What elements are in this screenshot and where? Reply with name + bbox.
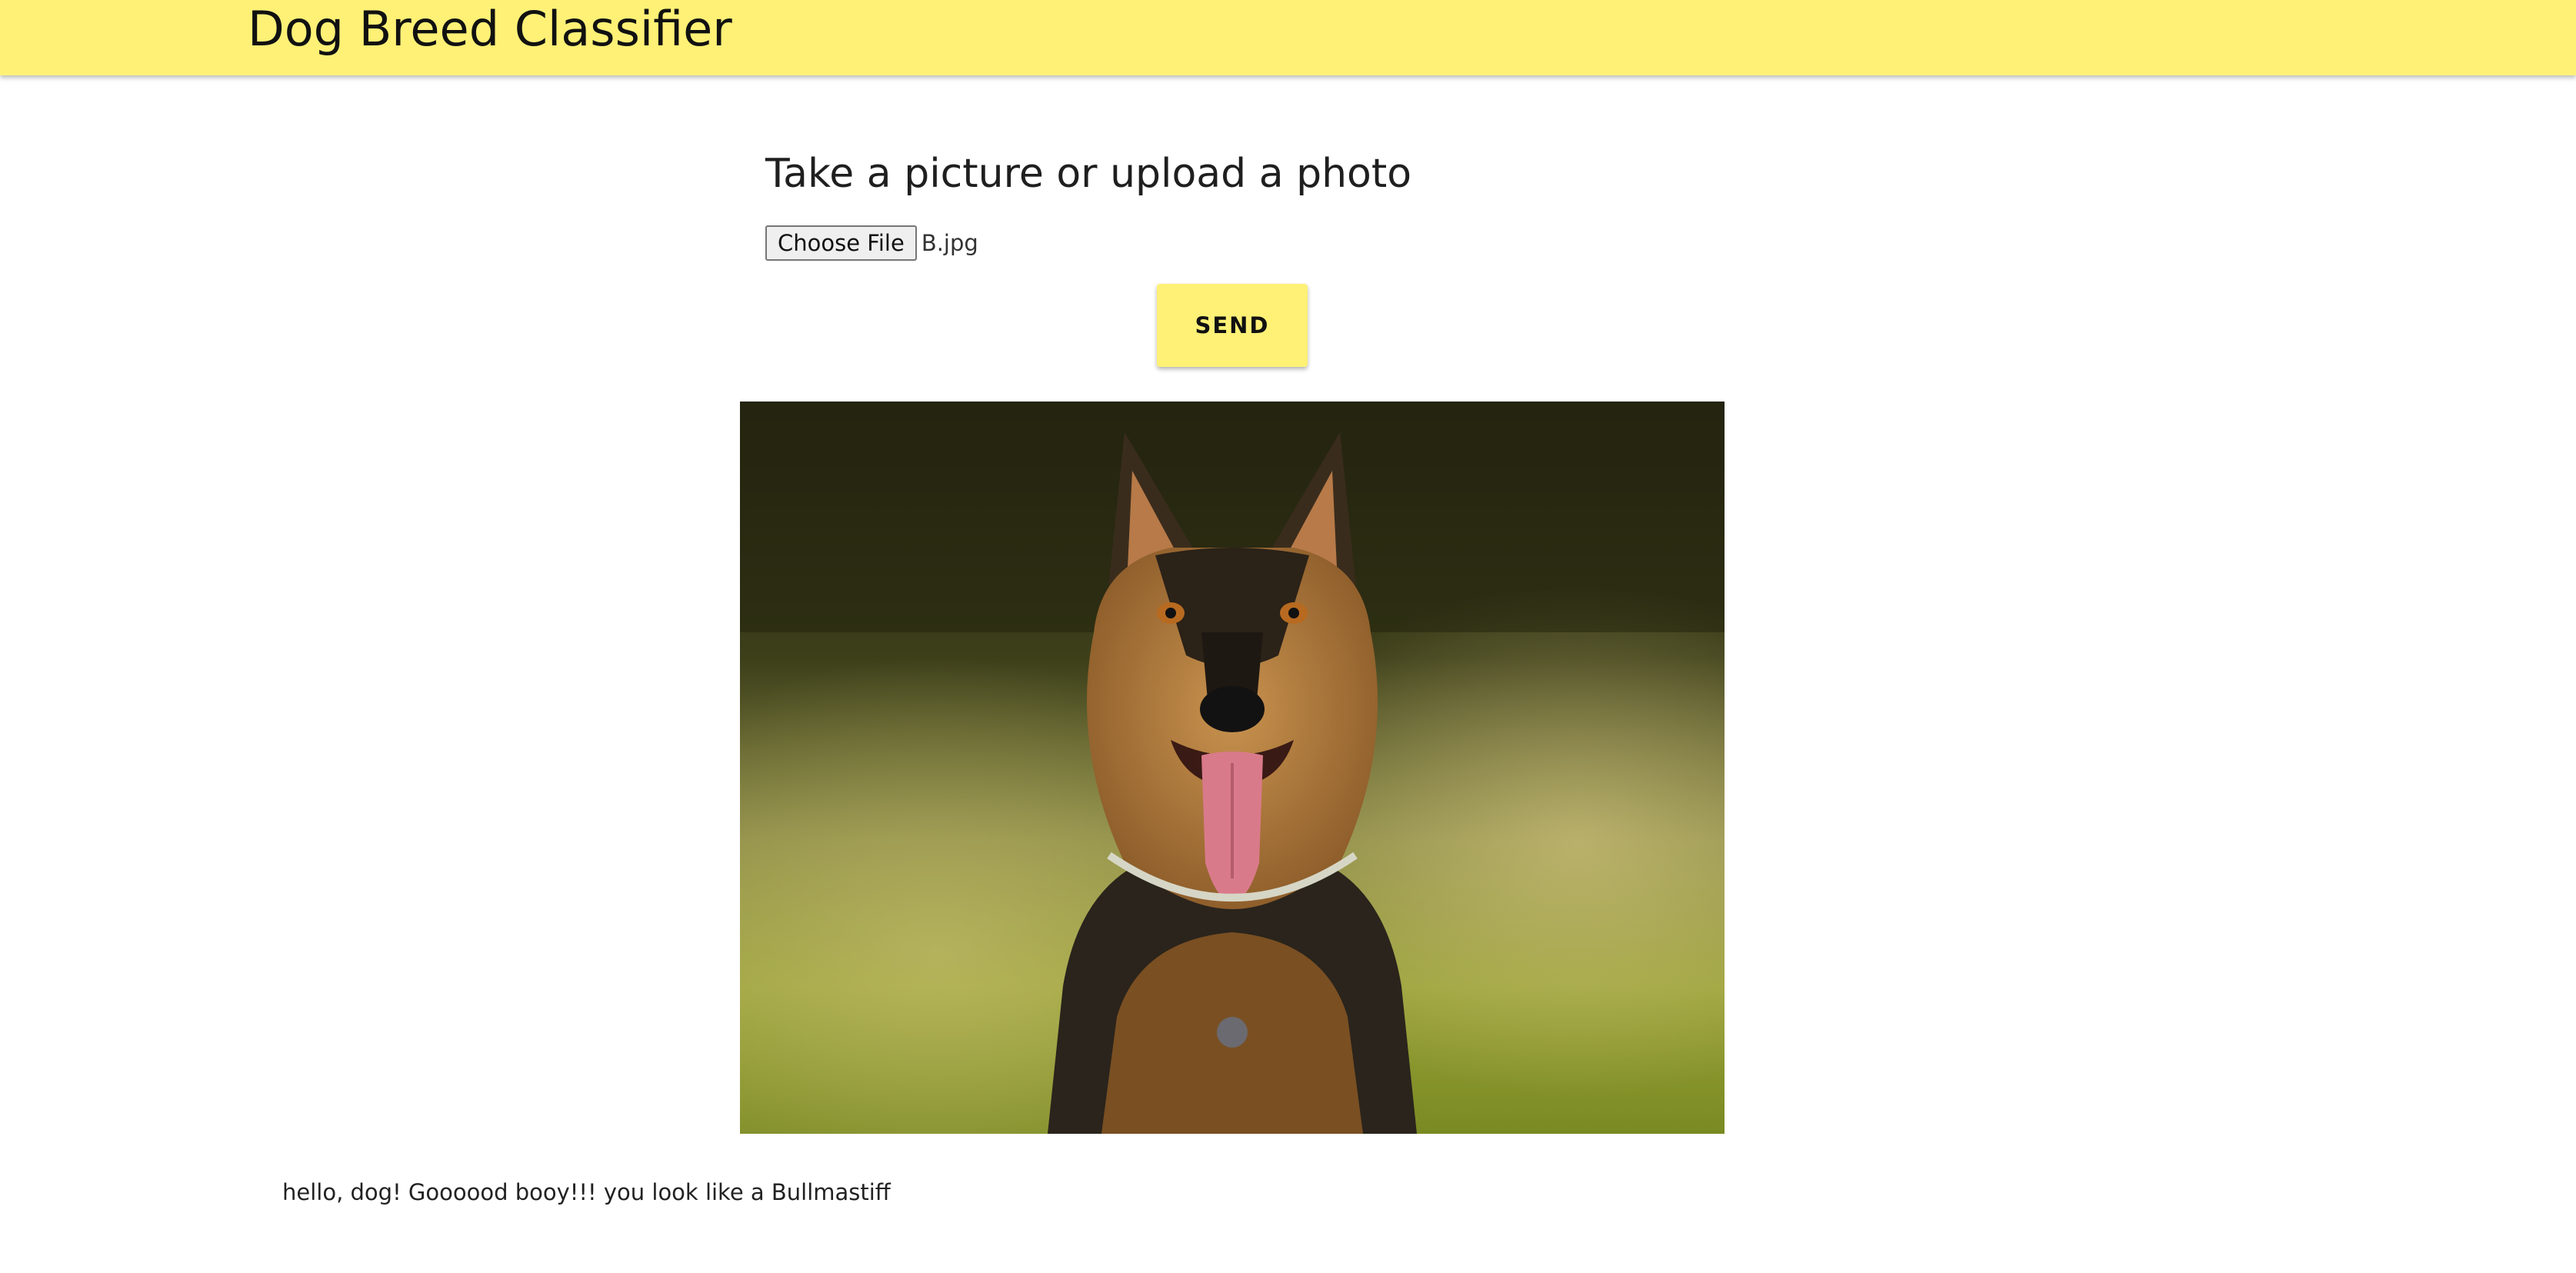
send-button[interactable]: SEND	[1157, 284, 1308, 367]
file-input[interactable]: Choose File B.jpg	[765, 225, 978, 262]
app-title: Dog Breed Classifier	[248, 1, 732, 57]
selected-file-name: B.jpg	[921, 230, 978, 256]
app-bar: Dog Breed Classifier	[0, 0, 2576, 75]
classification-result: hello, dog! Goooood booy!!! you look lik…	[282, 1179, 891, 1205]
upload-heading: Take a picture or upload a photo	[765, 151, 1412, 197]
dog-photo-illustration	[740, 402, 1725, 1134]
dog-photo	[740, 402, 1725, 1134]
choose-file-button[interactable]: Choose File	[765, 225, 917, 261]
